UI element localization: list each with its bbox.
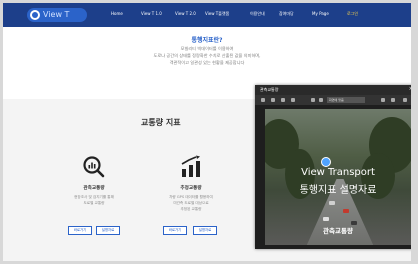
next-page-icon[interactable]	[291, 98, 295, 102]
nav-participation[interactable]: 참여마당	[279, 11, 294, 17]
close-icon[interactable]: ×	[409, 86, 411, 92]
player-toolbar: 화면에 맞춤	[255, 95, 411, 105]
video-caption: 관측교통량	[323, 227, 353, 235]
nav-login[interactable]: 로그인	[347, 11, 358, 17]
hero-line-1: 모빌리티 빅데이터를 이용하여	[180, 46, 234, 51]
zoom-select[interactable]: 화면에 맞춤	[327, 97, 365, 103]
card-title: 관측교통량	[83, 186, 105, 191]
estimated-traffic-card: 추정교통량 차량 GPS 데이터를 활용하여 미관측 도로별 대상으로 추정된 …	[151, 155, 231, 245]
video-frame[interactable]: View Transport 통행지표 설명자료 관측교통량	[265, 109, 411, 245]
browser-frame: View T Home View T 1.0 View T 2.0 View T…	[3, 3, 411, 261]
description-button[interactable]: 설명자료	[96, 226, 120, 235]
nav-view-t-platform[interactable]: View T플랫폼	[205, 11, 229, 17]
card-desc-line-1: 현장조사 및 검지기를 통해	[74, 195, 114, 199]
card-desc-line-2: 미관측 도로별 대상으로	[173, 201, 209, 205]
shortcut-button[interactable]: 바로가기	[68, 226, 92, 235]
hero-title: 통행지표란?	[191, 37, 223, 44]
section-title: 교통량 지표	[141, 118, 181, 127]
nav-guide[interactable]: 이용안내	[250, 11, 265, 17]
description-button[interactable]: 설명자료	[193, 226, 217, 235]
card-desc-line-2: 도로별 교통량	[83, 201, 105, 205]
nav-view-t-1[interactable]: View T 1.0	[141, 11, 162, 16]
car	[323, 217, 329, 221]
nav-view-t-2[interactable]: View T 2.0	[175, 11, 196, 16]
video-subtitle: 통행지표 설명자료	[299, 185, 377, 196]
card-title: 추정교통량	[180, 186, 202, 191]
print-icon[interactable]	[381, 98, 385, 102]
shortcut-button[interactable]: 바로가기	[163, 226, 187, 235]
player-title-bar[interactable]: 관측교통량 ×	[255, 85, 411, 95]
video-player-window: 관측교통량 × 화면에 맞춤 View Transport 통행지표 설명자료 …	[255, 85, 411, 249]
view-transport-logo-icon	[321, 157, 331, 167]
search-icon[interactable]	[271, 98, 275, 102]
observed-traffic-card: 관측교통량 현장조사 및 검지기를 통해 도로별 교통량 바로가기 설명자료	[54, 155, 134, 245]
more-tools-icon[interactable]	[403, 98, 407, 102]
hero-line-2: 도로나 공간의 상태를 정량화한 수치로 산출된 값을 의미하며,	[153, 53, 261, 58]
logo-icon	[30, 10, 40, 20]
site-logo[interactable]: View T	[27, 8, 87, 22]
video-title: View Transport	[301, 167, 375, 178]
hero-line-3: 객관적이고 일관성 있는 현황을 제공합니다	[169, 60, 245, 65]
player-title: 관측교통량	[260, 87, 279, 92]
bar-chart-icon	[181, 155, 200, 177]
zoom-in-icon[interactable]	[319, 98, 323, 102]
prev-page-icon[interactable]	[281, 98, 285, 102]
card-desc-line-1: 차량 GPS 데이터를 활용하여	[169, 195, 213, 199]
card-desc-line-3: 추정된 교통량	[180, 207, 202, 211]
logo-text: View T	[43, 10, 70, 19]
nav-home[interactable]: Home	[111, 11, 123, 16]
nav-my-page[interactable]: My Page	[312, 11, 329, 16]
sidebar-toggle-icon[interactable]	[261, 98, 265, 102]
top-navigation: View T Home View T 1.0 View T 2.0 View T…	[3, 3, 411, 27]
zoom-out-icon[interactable]	[311, 98, 315, 102]
download-icon[interactable]	[391, 98, 395, 102]
magnifier-chart-icon	[83, 156, 105, 178]
car	[329, 201, 335, 205]
car	[343, 209, 349, 213]
